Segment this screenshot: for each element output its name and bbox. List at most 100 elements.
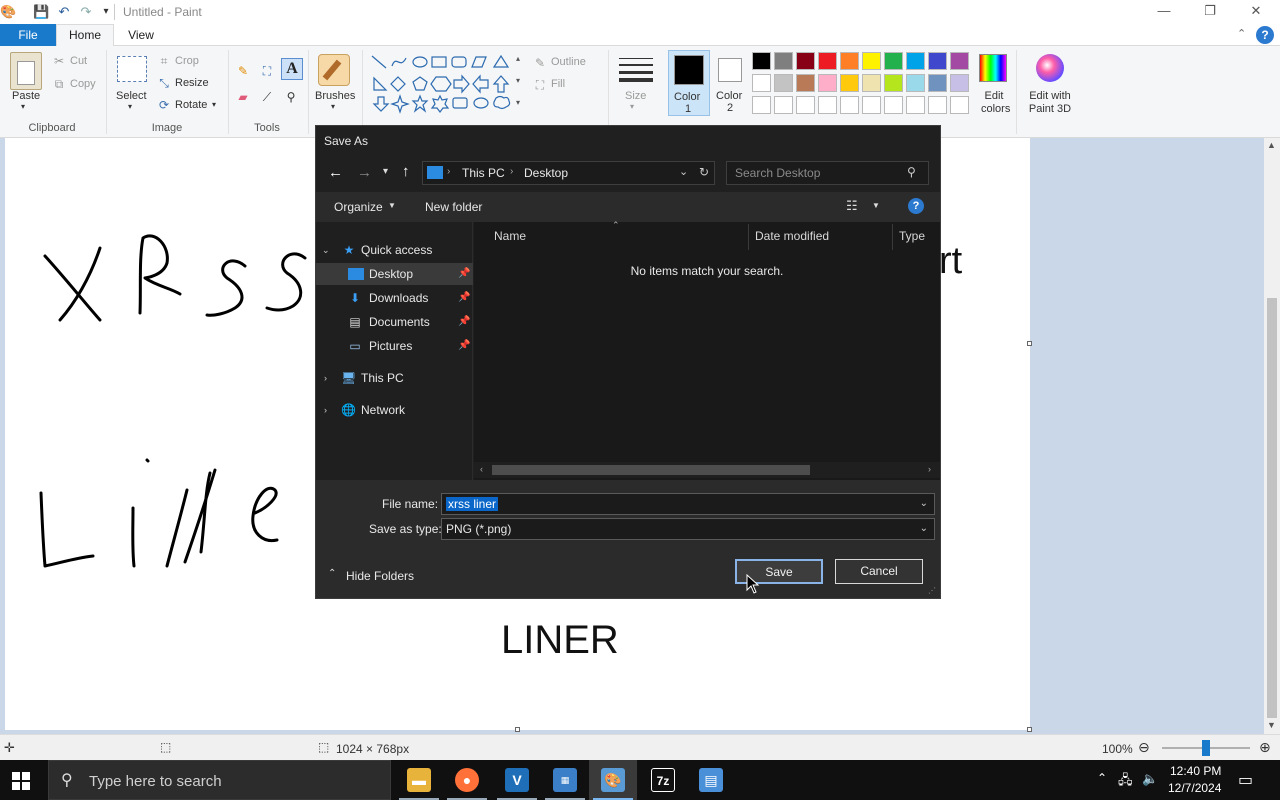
address-bar[interactable]: › This PC › Desktop ⌄ ↻	[422, 161, 715, 185]
palette-swatch[interactable]	[774, 96, 793, 114]
start-windows-icon[interactable]	[12, 772, 30, 790]
nav-this-pc[interactable]: › 🖥 This PC	[316, 367, 473, 389]
palette-swatch[interactable]	[928, 52, 947, 70]
nav-downloads[interactable]: ⬇ Downloads 📌	[316, 287, 473, 309]
zoom-slider[interactable]	[1162, 740, 1250, 756]
resize-handle-right[interactable]	[1027, 341, 1032, 346]
color2-selector[interactable]: Color 2	[714, 50, 748, 116]
select-dropdown-icon[interactable]: ▾	[128, 102, 132, 111]
edit-colors-button[interactable]: Edit colors	[981, 90, 1010, 116]
outline-button[interactable]: Outline	[551, 56, 586, 68]
scroll-down-icon[interactable]: ▼	[1267, 720, 1276, 730]
palette-swatch[interactable]	[862, 74, 881, 92]
recent-locations-icon[interactable]: ▾	[383, 166, 388, 177]
show-hidden-icons-icon[interactable]: ⌃	[1097, 771, 1107, 785]
help-icon[interactable]: ?	[1256, 26, 1274, 44]
eraser-icon[interactable]: ▰	[236, 90, 250, 104]
size-button[interactable]: Size	[625, 90, 646, 102]
zoom-slider-thumb[interactable]	[1202, 740, 1210, 756]
text-tool-icon[interactable]: A	[281, 58, 303, 80]
column-separator[interactable]	[892, 224, 893, 250]
column-separator[interactable]	[748, 224, 749, 250]
copy-button[interactable]: Copy	[70, 78, 96, 90]
close-button[interactable]: ✕	[1233, 0, 1279, 24]
palette-swatch[interactable]	[752, 96, 771, 114]
nav-quick-access[interactable]: ⌄ ★ Quick access	[316, 239, 473, 261]
shapes-scroll-down-icon[interactable]: ▾	[516, 76, 520, 85]
expand-chevron-icon[interactable]: ⌄	[322, 239, 330, 261]
tab-view[interactable]: View	[114, 24, 168, 46]
scrollbar-thumb[interactable]	[1267, 298, 1277, 718]
column-header-name[interactable]: Name	[494, 229, 526, 243]
resize-handle-bottom[interactable]	[515, 727, 520, 732]
palette-swatch[interactable]	[884, 52, 903, 70]
refresh-icon[interactable]: ↻	[699, 165, 709, 179]
brushes-button[interactable]: Brushes	[315, 90, 355, 102]
zoom-out-icon[interactable]: ⊖	[1138, 739, 1150, 756]
brushes-icon[interactable]	[318, 54, 350, 86]
visio-taskbar-button[interactable]: V	[493, 760, 541, 800]
shapes-expand-icon[interactable]: ▾	[516, 98, 520, 107]
resize-handle-corner[interactable]	[1027, 727, 1032, 732]
palette-swatch[interactable]	[906, 52, 925, 70]
clock-time[interactable]: 12:40 PM	[1170, 764, 1221, 778]
column-header-type[interactable]: Type	[899, 229, 925, 243]
palette-swatch[interactable]	[818, 74, 837, 92]
scroll-up-icon[interactable]: ▲	[1267, 140, 1276, 150]
hide-folders-button[interactable]: Hide Folders	[346, 569, 414, 583]
shapes-gallery[interactable]	[368, 52, 528, 114]
resize-button[interactable]: Resize	[175, 77, 209, 89]
palette-swatch[interactable]	[774, 52, 793, 70]
select-button[interactable]: Select	[116, 90, 147, 102]
save-type-dropdown-icon[interactable]: ⌄	[920, 519, 928, 539]
network-icon[interactable]: 🖧	[1118, 771, 1133, 793]
crop-button[interactable]: Crop	[175, 55, 199, 67]
hide-folders-chevron-icon[interactable]: ⌃	[328, 568, 336, 579]
minimize-button[interactable]: —	[1141, 0, 1187, 24]
palette-swatch[interactable]	[906, 96, 925, 114]
volume-icon[interactable]: 🔈	[1142, 771, 1158, 787]
rotate-dropdown-icon[interactable]: ▾	[212, 100, 216, 109]
palette-swatch[interactable]	[818, 96, 837, 114]
palette-swatch[interactable]	[928, 96, 947, 114]
palette-swatch[interactable]	[752, 74, 771, 92]
paint-taskbar-button[interactable]: 🎨	[589, 760, 637, 800]
redo-icon[interactable]: ↷	[78, 4, 94, 20]
palette-swatch[interactable]	[796, 74, 815, 92]
magnifier-icon[interactable]: ⚲	[284, 90, 298, 104]
save-icon[interactable]: 💾	[33, 4, 49, 20]
color1-selector[interactable]: Color 1	[668, 50, 710, 116]
new-folder-button[interactable]: New folder	[425, 200, 482, 214]
palette-swatch[interactable]	[796, 52, 815, 70]
nav-desktop[interactable]: Desktop 📌	[316, 263, 473, 285]
horizontal-scrollbar-thumb[interactable]	[492, 465, 810, 475]
forward-arrow-icon[interactable]: →	[357, 164, 372, 181]
zoom-in-icon[interactable]: ⊕	[1259, 739, 1271, 756]
horizontal-scrollbar[interactable]: ‹ ›	[474, 462, 940, 478]
palette-swatch[interactable]	[840, 74, 859, 92]
fill-button[interactable]: Fill	[551, 78, 565, 90]
palette-swatch[interactable]	[950, 52, 969, 70]
dialog-search-input[interactable]: Search Desktop ⚲	[726, 161, 929, 185]
nav-network[interactable]: › 🌐 Network	[316, 399, 473, 421]
shapes-scroll-up-icon[interactable]: ▴	[516, 54, 520, 63]
palette-swatch[interactable]	[862, 52, 881, 70]
palette-swatch[interactable]	[884, 96, 903, 114]
breadcrumb-this-pc[interactable]: This PC	[462, 166, 505, 180]
palette-swatch[interactable]	[906, 74, 925, 92]
palette-swatch[interactable]	[884, 74, 903, 92]
clock-date[interactable]: 12/7/2024	[1168, 781, 1221, 795]
view-dropdown-icon[interactable]: ▼	[872, 201, 880, 210]
up-arrow-icon[interactable]: ↑	[402, 163, 410, 180]
breadcrumb-desktop[interactable]: Desktop	[524, 166, 568, 180]
customize-qat-icon[interactable]: ▾	[98, 4, 114, 20]
edit-with-paint3d-button[interactable]: Edit with Paint 3D	[1026, 90, 1074, 116]
dialog-help-icon[interactable]: ?	[908, 198, 924, 214]
taskbar-search-box[interactable]: ⚲ Type here to search	[48, 760, 391, 800]
size-dropdown-icon[interactable]: ▾	[630, 102, 634, 111]
rotate-button[interactable]: Rotate	[175, 99, 207, 111]
palette-swatch[interactable]	[796, 96, 815, 114]
expand-chevron-icon[interactable]: ›	[324, 399, 327, 421]
palette-swatch[interactable]	[818, 52, 837, 70]
scroll-right-icon[interactable]: ›	[928, 464, 931, 474]
